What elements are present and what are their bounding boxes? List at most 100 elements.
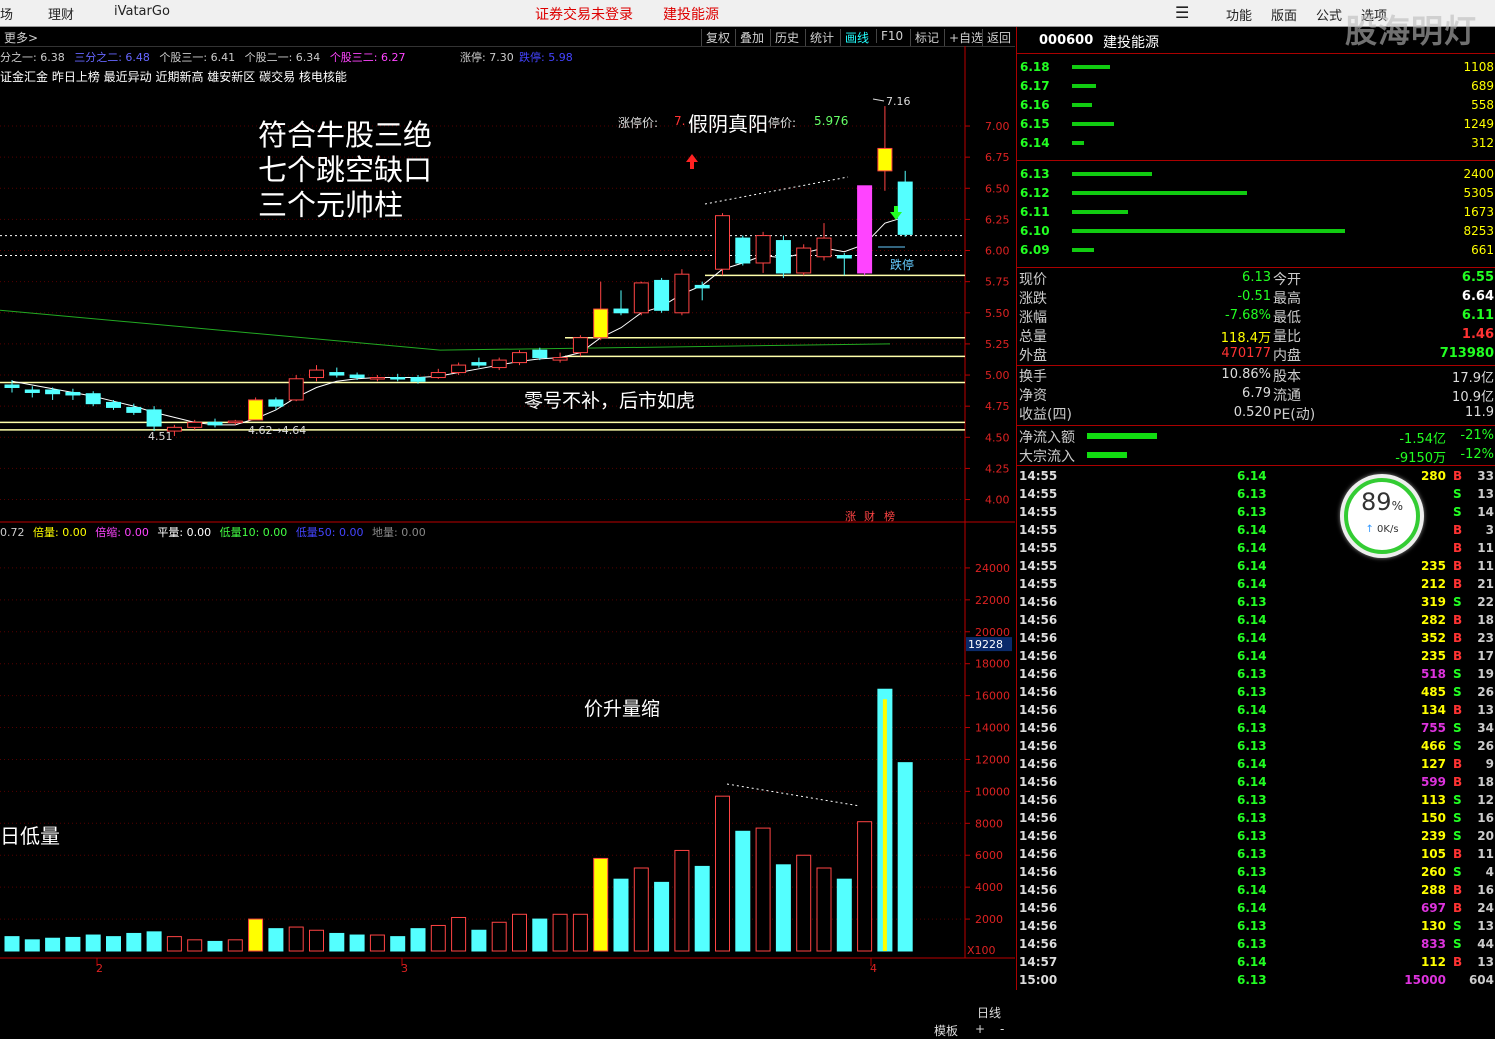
menu-item-ivatargo[interactable]: iVatarGo: [114, 4, 170, 19]
tick-row[interactable]: 14:56 6.13 239 S 20: [1017, 828, 1495, 846]
price-trend-dashed: [704, 176, 849, 205]
zero-gap-note: 零号不补，后市如虎: [524, 390, 696, 412]
tick-row[interactable]: 14:56 6.13 755 S 34: [1017, 720, 1495, 738]
tick-row[interactable]: 14:56 6.13 319 S 22: [1017, 594, 1495, 612]
tick-price: 6.14: [1237, 613, 1267, 627]
badge-rank[interactable]: 榜: [884, 508, 895, 524]
menu-item[interactable]: 场: [0, 4, 13, 23]
tick-side: S: [1453, 811, 1462, 825]
tick-row[interactable]: 14:55 6.14 280 B 33: [1017, 468, 1495, 486]
tick-row[interactable]: 14:57 6.14 112 B 13: [1017, 954, 1495, 972]
buy-order-row[interactable]: 6.09 661: [1017, 241, 1495, 260]
buy-order-row[interactable]: 6.12 5305: [1017, 184, 1495, 203]
price-tick-label: 6.25: [985, 213, 1010, 226]
tick-row[interactable]: 14:56 6.14 235 B 17: [1017, 648, 1495, 666]
tool-button-history[interactable]: 历史: [770, 29, 803, 46]
tick-row[interactable]: 14:56 6.13 485 S 26: [1017, 684, 1495, 702]
badge-finance[interactable]: 财: [864, 508, 875, 524]
zoom-in-button[interactable]: +: [975, 1022, 985, 1036]
tick-count: 44: [1477, 937, 1494, 951]
buy-order-row[interactable]: 6.13 2400: [1017, 165, 1495, 184]
tick-row[interactable]: 14:56 6.13 260 S 4: [1017, 864, 1495, 882]
sell-order-row[interactable]: 6.16 558: [1017, 96, 1495, 115]
flow-bar: [1087, 452, 1127, 458]
order-volume-bar: [1072, 229, 1345, 233]
money-flow-row: 大宗流入 -9150万 -12%: [1017, 446, 1495, 466]
quote-label: 现价: [1019, 272, 1047, 288]
tick-row[interactable]: 14:55 6.14 B 11: [1017, 540, 1495, 558]
tick-count: 11: [1477, 541, 1494, 555]
menu-item-layout[interactable]: 版面: [1271, 5, 1297, 24]
daily-period-button[interactable]: 日线: [977, 1004, 1001, 1021]
tool-button-draw[interactable]: 画线: [840, 29, 873, 46]
kline-chart-area[interactable]: 7.00 6.75 6.50 6.25 6.00 5.75 5.50 5.25 5.00 4.75…: [0, 46, 1015, 1038]
volume-bar: [106, 936, 121, 952]
candle-body: [471, 362, 487, 366]
volume-bar: [816, 867, 832, 952]
buy-order-row[interactable]: 6.10 8253: [1017, 222, 1495, 241]
badge-rise[interactable]: 涨: [845, 508, 856, 524]
volume-bar: [85, 934, 101, 952]
tick-row[interactable]: 14:56 6.14 352 B 23: [1017, 630, 1495, 648]
list-menu-icon[interactable]: ☰: [1175, 3, 1189, 22]
tick-row[interactable]: 15:00 6.13 15000 604: [1017, 972, 1495, 990]
order-volume-bar: [1072, 141, 1084, 145]
candle-body: [65, 391, 81, 396]
tool-button-add-watch[interactable]: +自选: [944, 29, 987, 46]
login-warning[interactable]: 证券交易未登录: [535, 4, 633, 24]
tick-row[interactable]: 14:55 6.14 235 B 11: [1017, 558, 1495, 576]
tick-row[interactable]: 14:56 6.14 134 B 13: [1017, 702, 1495, 720]
concept-tags[interactable]: 证金汇金 昨日上榜 最近异动 近期新高 雄安新区 碳交易 核电核能: [0, 68, 347, 85]
tick-row[interactable]: 14:56 6.14 288 B 16: [1017, 882, 1495, 900]
tick-row[interactable]: 14:56 6.13 105 B 11: [1017, 846, 1495, 864]
tool-button-stats[interactable]: 统计: [805, 29, 838, 46]
template-button[interactable]: 模板: [934, 1022, 958, 1039]
candle-body: [4, 384, 20, 388]
candle-body: [491, 359, 507, 369]
volume-bar: [532, 918, 548, 952]
menu-item-function[interactable]: 功能: [1226, 5, 1252, 24]
tick-row[interactable]: 14:56 6.13 130 S 13: [1017, 918, 1495, 936]
volume-tick-label: 18000: [975, 658, 1010, 671]
tick-row[interactable]: 14:56 6.13 150 S 16: [1017, 810, 1495, 828]
tick-row[interactable]: 14:56 6.13 518 S 19: [1017, 666, 1495, 684]
tool-button-overlay[interactable]: 叠加: [735, 29, 768, 46]
tick-price: 6.13: [1237, 973, 1267, 987]
sell-order-row[interactable]: 6.14 312: [1017, 134, 1495, 153]
tick-row[interactable]: 14:56 6.14 599 B 18: [1017, 774, 1495, 792]
sell-order-row[interactable]: 6.15 1249: [1017, 115, 1495, 134]
tick-row[interactable]: 14:56 6.13 833 S 44: [1017, 936, 1495, 954]
tick-row[interactable]: 14:56 6.14 282 B 18: [1017, 612, 1495, 630]
volume-bar: [694, 865, 710, 952]
sell-order-row[interactable]: 6.18 1108: [1017, 58, 1495, 77]
price-tick-label: 7.00: [985, 120, 1010, 133]
candle-body: [390, 377, 406, 380]
tick-row[interactable]: 14:56 6.14 127 B 9: [1017, 756, 1495, 774]
candle-body: [897, 181, 913, 235]
tool-button-f10[interactable]: F10: [876, 29, 907, 43]
fund-value: 10.86%: [1221, 367, 1271, 382]
tool-button-fuquan[interactable]: 复权: [701, 29, 734, 46]
menu-item-finance[interactable]: 理财: [48, 4, 74, 23]
tick-row[interactable]: 14:56 6.14 697 B 24: [1017, 900, 1495, 918]
sell-order-row[interactable]: 6.17 689: [1017, 77, 1495, 96]
tick-count: 24: [1477, 901, 1494, 915]
menu-item-formula[interactable]: 公式: [1316, 5, 1342, 24]
tool-button-mark[interactable]: 标记: [910, 29, 943, 46]
zoom-out-button[interactable]: -: [1000, 1022, 1004, 1036]
network-speed-widget[interactable]: 89% ↑ 0K/s: [1340, 474, 1424, 558]
candle-body: [85, 393, 101, 405]
tick-price: 6.14: [1237, 955, 1267, 969]
kline-chart[interactable]: 7.00 6.75 6.50 6.25 6.00 5.75 5.50 5.25 5.00 4.75…: [0, 46, 1015, 990]
tick-row[interactable]: 14:56 6.13 113 S 12: [1017, 792, 1495, 810]
more-button[interactable]: 更多>: [0, 29, 42, 46]
money-flow-row: 净流入额 -1.54亿 -21%: [1017, 427, 1495, 447]
candle-body: [572, 337, 588, 354]
tick-row[interactable]: 14:56 6.13 466 S 26: [1017, 738, 1495, 756]
tick-row[interactable]: 14:55 6.14 212 B 21: [1017, 576, 1495, 594]
buy-order-row[interactable]: 6.11 1673: [1017, 203, 1495, 222]
volume-trend-dashed: [726, 783, 861, 807]
tick-side: S: [1453, 505, 1462, 519]
tool-button-back[interactable]: 返回: [982, 29, 1015, 46]
price-tick-label: 6.00: [985, 245, 1010, 258]
